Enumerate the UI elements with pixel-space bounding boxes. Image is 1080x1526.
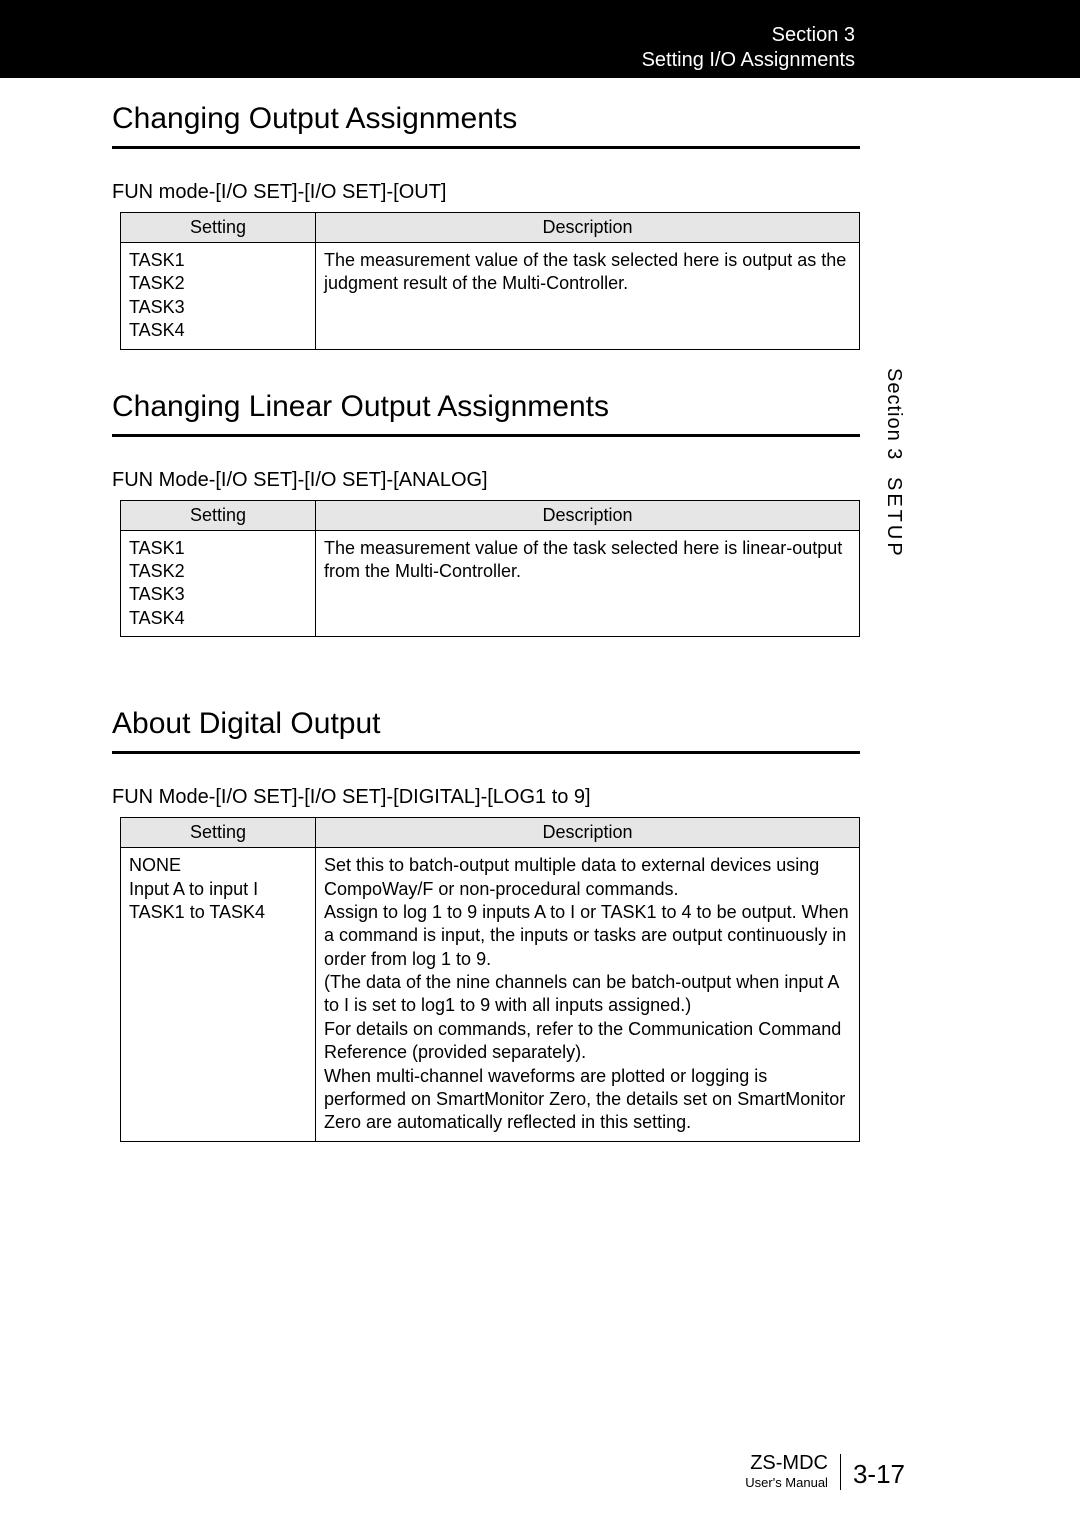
th-setting: Setting xyxy=(121,818,316,848)
footer-manual: User's Manual xyxy=(745,1475,828,1490)
td-description: The measurement value of the task select… xyxy=(316,530,860,637)
header-title: Setting I/O Assignments xyxy=(642,49,855,72)
heading-output-assignments: Changing Output Assignments xyxy=(112,102,852,136)
header-bar: Section 3 Setting I/O Assignments xyxy=(0,0,1080,78)
page-footer: ZS-MDC User's Manual 3-17 xyxy=(745,1452,905,1490)
th-setting: Setting xyxy=(121,213,316,243)
table-digital: Setting Description NONE Input A to inpu… xyxy=(120,817,860,1142)
footer-page-number: 3-17 xyxy=(853,1459,905,1490)
td-setting: TASK1 TASK2 TASK3 TASK4 xyxy=(121,243,316,350)
page-content: Changing Output Assignments FUN mode-[I/… xyxy=(112,95,852,1142)
th-description: Description xyxy=(316,213,860,243)
side-tab-setup: SETUP xyxy=(883,477,905,559)
th-setting: Setting xyxy=(121,500,316,530)
footer-divider xyxy=(840,1454,841,1490)
th-description: Description xyxy=(316,818,860,848)
side-tab: Section 3 SETUP xyxy=(882,368,905,559)
th-description: Description xyxy=(316,500,860,530)
nav-path-digital: FUN Mode-[I/O SET]-[I/O SET]-[DIGITAL]-[… xyxy=(112,786,852,809)
heading-linear-output: Changing Linear Output Assignments xyxy=(112,390,852,424)
td-description: Set this to batch-output multiple data t… xyxy=(316,848,860,1142)
td-setting: TASK1 TASK2 TASK3 TASK4 xyxy=(121,530,316,637)
footer-product: ZS-MDC xyxy=(745,1452,828,1475)
heading-rule xyxy=(112,751,860,754)
heading-digital-output: About Digital Output xyxy=(112,707,852,741)
table-out: Setting Description TASK1 TASK2 TASK3 TA… xyxy=(120,212,860,350)
heading-rule xyxy=(112,434,860,437)
table-analog: Setting Description TASK1 TASK2 TASK3 TA… xyxy=(120,500,860,638)
header-section: Section 3 xyxy=(642,24,855,47)
nav-path-analog: FUN Mode-[I/O SET]-[I/O SET]-[ANALOG] xyxy=(112,469,852,492)
heading-rule xyxy=(112,146,860,149)
nav-path-out: FUN mode-[I/O SET]-[I/O SET]-[OUT] xyxy=(112,181,852,204)
td-description: The measurement value of the task select… xyxy=(316,243,860,350)
side-tab-section: Section 3 xyxy=(883,368,905,460)
td-setting: NONE Input A to input I TASK1 to TASK4 xyxy=(121,848,316,1142)
